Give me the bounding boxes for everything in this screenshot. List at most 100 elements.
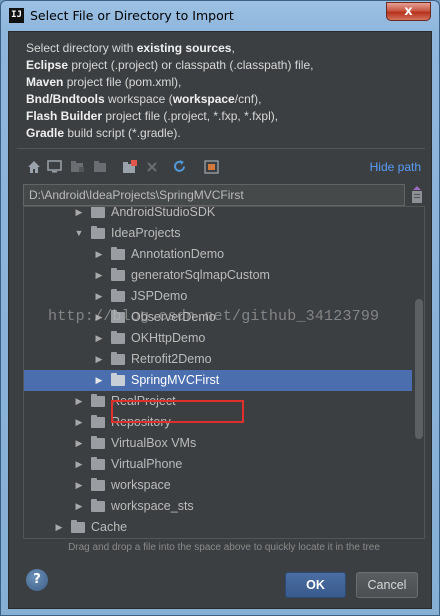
scrollbar-thumb[interactable] (415, 299, 423, 439)
collapsed-arrow-icon[interactable]: ▶ (94, 349, 104, 370)
tree-row[interactable]: ▶ Cache (24, 517, 412, 538)
description-text: build script (*.gradle). (64, 126, 181, 140)
dialog-window: IJ Select File or Directory to Import x … (0, 0, 440, 616)
folder-icon (91, 436, 105, 449)
expanded-arrow-icon[interactable]: ▼ (74, 223, 84, 244)
folder-icon (111, 331, 125, 344)
tree-row[interactable]: ▶ AndroidStudioSDK (24, 207, 412, 223)
description-text: , (231, 41, 235, 55)
tree-row-label: VirtualPhone (111, 457, 183, 471)
description-line: Flash Builder project file (.project, *.… (26, 108, 426, 125)
tree-row[interactable]: ▶ workspace (24, 475, 412, 496)
tree-row[interactable]: ▶ AnnotationDemo (24, 244, 412, 265)
tree-row[interactable]: ▶ OKHttpDemo (24, 328, 412, 349)
tree-row-selected[interactable]: ▶ SpringMVCFirst (24, 370, 412, 391)
collapsed-arrow-icon[interactable]: ▶ (74, 496, 84, 517)
description-emphasis: workspace (172, 92, 235, 106)
tree-row[interactable]: ▶ workspace_sts (24, 496, 412, 517)
collapsed-arrow-icon[interactable]: ▶ (74, 391, 84, 412)
description-line: Gradle build script (*.gradle). (26, 125, 426, 142)
show-hidden-icon[interactable] (203, 158, 220, 175)
collapsed-arrow-icon[interactable]: ▶ (94, 328, 104, 349)
folder-icon (91, 499, 105, 512)
tree-row-label: Cache (91, 520, 128, 534)
folder-icon (91, 207, 105, 218)
collapsed-arrow-icon[interactable]: ▶ (74, 412, 84, 433)
import-description: Select directory with existing sources, E… (26, 40, 426, 142)
description-emphasis: Flash Builder (26, 109, 103, 123)
folder-icon (71, 520, 85, 533)
folder-icon (91, 226, 105, 239)
title-bar[interactable]: IJ Select File or Directory to Import x (1, 1, 439, 31)
tree-row[interactable]: ▶ ObserverDemo (24, 307, 412, 328)
description-text: project file (.project, *.fxp, *.fxpl), (102, 109, 279, 123)
delete-icon (143, 158, 160, 175)
drag-drop-hint: Drag and drop a file into the space abov… (68, 542, 380, 553)
tree-row-label: IdeaProjects (111, 226, 181, 240)
description-line: Bnd/Bndtools workspace (workspace/cnf), (26, 91, 426, 108)
description-text: project file (pom.xml), (63, 75, 182, 89)
tree-row[interactable]: ▼ IdeaProjects (24, 223, 412, 244)
tree-row-label: RealProject (111, 394, 176, 408)
description-line: Eclipse project (.project) or classpath … (26, 57, 426, 74)
close-button[interactable]: x (386, 2, 431, 21)
cancel-button[interactable]: Cancel (356, 572, 418, 598)
collapsed-arrow-icon[interactable]: ▶ (94, 370, 104, 391)
tree-row[interactable]: ▶ VirtualBox VMs (24, 433, 412, 454)
tree-row-label: workspace_sts (111, 499, 194, 513)
tree-row[interactable]: ▶ RealProject (24, 391, 412, 412)
dialog-content: Select directory with existing sources, E… (8, 31, 432, 609)
tree-row-label: SpringMVCFirst (131, 373, 220, 387)
tree-row-label: OKHttpDemo (131, 331, 206, 345)
folder-icon (111, 289, 125, 302)
tree-row-label: generatorSqlmapCustom (131, 268, 270, 282)
help-button[interactable]: ? (26, 569, 48, 591)
folder-icon (111, 373, 125, 386)
tree-row-label: Retrofit2Demo (131, 352, 212, 366)
tree-row[interactable]: ▶ VirtualPhone (24, 454, 412, 475)
description-line: Maven project file (pom.xml), (26, 74, 426, 91)
path-input[interactable]: D:\Android\IdeaProjects\SpringMVCFirst (23, 184, 405, 206)
tree-row-label: VirtualBox VMs (111, 436, 197, 450)
directory-tree[interactable]: ▶ Cache ▶ workspace_sts ▶ workspace ▶ VirtualPh… (23, 206, 425, 539)
folder-icon (111, 310, 125, 323)
divider (17, 148, 425, 149)
description-emphasis: Gradle (26, 126, 65, 140)
collapsed-arrow-icon[interactable]: ▶ (94, 244, 104, 265)
description-text: project (.project) or classpath (.classp… (68, 58, 314, 72)
module-icon (92, 158, 109, 175)
description-text: /cnf), (234, 92, 262, 106)
folder-icon (111, 247, 125, 260)
file-chooser-toolbar: Hide path (25, 156, 425, 178)
window-title: Select File or Directory to Import (30, 8, 234, 23)
tree-scrollbar[interactable] (413, 207, 424, 538)
collapsed-arrow-icon[interactable]: ▶ (94, 307, 104, 328)
tree-row[interactable]: ▶ JSPDemo (24, 286, 412, 307)
description-line: Select directory with existing sources, (26, 40, 426, 57)
path-history-icon[interactable] (408, 184, 426, 206)
desktop-icon[interactable] (46, 158, 63, 175)
collapsed-arrow-icon[interactable]: ▶ (74, 207, 84, 223)
tree-row-label: Repository (111, 415, 171, 429)
collapsed-arrow-icon[interactable]: ▶ (74, 454, 84, 475)
collapsed-arrow-icon[interactable]: ▶ (74, 433, 84, 454)
folder-icon (91, 478, 105, 491)
tree-row-label: ObserverDemo (131, 310, 216, 324)
home-icon[interactable] (25, 158, 42, 175)
collapsed-arrow-icon[interactable]: ▶ (54, 517, 64, 538)
ok-button[interactable]: OK (285, 572, 346, 598)
tree-row[interactable]: ▶ Retrofit2Demo (24, 349, 412, 370)
intellij-app-icon: IJ (9, 8, 24, 23)
hide-path-link[interactable]: Hide path (370, 160, 421, 174)
tree-row-label: workspace (111, 478, 171, 492)
collapsed-arrow-icon[interactable]: ▶ (94, 265, 104, 286)
project-icon (69, 158, 86, 175)
folder-icon (111, 352, 125, 365)
new-folder-icon[interactable] (121, 158, 138, 175)
collapsed-arrow-icon[interactable]: ▶ (94, 286, 104, 307)
tree-row[interactable]: ▶ Repository (24, 412, 412, 433)
tree-row[interactable]: ▶ generatorSqlmapCustom (24, 265, 412, 286)
collapsed-arrow-icon[interactable]: ▶ (74, 475, 84, 496)
folder-icon (91, 394, 105, 407)
refresh-icon[interactable] (171, 158, 188, 175)
